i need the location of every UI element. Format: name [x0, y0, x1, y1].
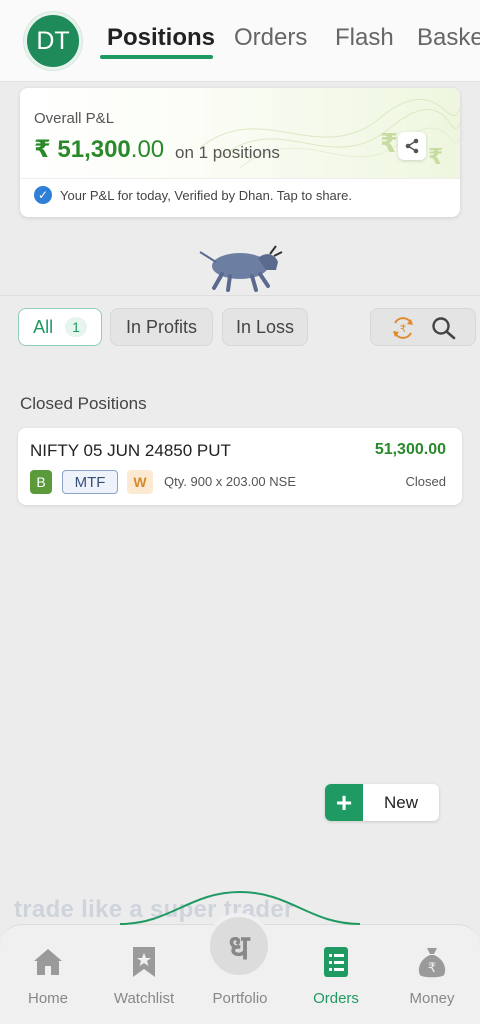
- product-badge: MTF: [62, 470, 118, 494]
- position-pnl: 51,300.00: [374, 441, 446, 458]
- weekly-badge: W: [127, 470, 153, 494]
- nav-portfolio[interactable]: Portfolio: [192, 944, 288, 1007]
- share-icon: [405, 138, 419, 154]
- nav-portfolio-label: Portfolio: [212, 990, 268, 1007]
- verify-row[interactable]: ✓ Your P&L for today, Verified by Dhan. …: [34, 186, 352, 204]
- pnl-value: ₹ 51,300.00: [34, 135, 164, 164]
- pnl-value-decimal: .00: [130, 136, 165, 163]
- new-button-label: New: [384, 793, 419, 812]
- position-name: NIFTY 05 JUN 24850 PUT: [30, 441, 231, 460]
- orders-icon: [324, 947, 348, 977]
- rupee-decoration-icon: ₹: [428, 144, 444, 169]
- convert-rupee-icon[interactable]: ₹: [389, 315, 417, 341]
- divider: [0, 295, 480, 296]
- divider: [20, 178, 460, 179]
- nav-home[interactable]: Home: [0, 944, 96, 1007]
- position-row[interactable]: NIFTY 05 JUN 24850 PUT 51,300.00 B MTF W…: [18, 428, 462, 505]
- nav-orders[interactable]: Orders: [288, 944, 384, 1007]
- active-tab-indicator: [100, 55, 213, 59]
- position-qty: Qty. 900 x 203.00 NSE: [164, 474, 296, 489]
- nav-home-label: Home: [27, 990, 68, 1007]
- svg-text:₹: ₹: [428, 961, 436, 976]
- filter-in-loss[interactable]: In Loss: [222, 308, 308, 346]
- home-icon: [34, 949, 62, 975]
- closed-positions-title: Closed Positions: [20, 394, 147, 413]
- filter-all-label: All: [33, 316, 54, 337]
- tab-positions[interactable]: Positions: [107, 24, 215, 52]
- pnl-card-top: ₹ ₹ Overall P&L ₹ 51,300.00 on 1 positio…: [20, 88, 460, 178]
- overall-pnl-card[interactable]: ₹ ₹ Overall P&L ₹ 51,300.00 on 1 positio…: [20, 88, 460, 217]
- profile-avatar[interactable]: DT: [24, 12, 82, 70]
- nav-orders-label: Orders: [313, 990, 359, 1007]
- top-header: DT Positions Orders Flash Basket: [0, 0, 480, 82]
- filter-all[interactable]: All 1: [18, 308, 102, 346]
- search-icon[interactable]: [431, 316, 457, 340]
- nav-money-label: Money: [409, 990, 455, 1007]
- share-button[interactable]: [398, 132, 426, 160]
- filter-all-count: 1: [65, 317, 87, 337]
- nav-money[interactable]: ₹ Money: [384, 944, 480, 1007]
- tab-flash[interactable]: Flash: [335, 24, 394, 52]
- tab-basket[interactable]: Basket: [417, 24, 480, 52]
- nav-watchlist-label: Watchlist: [113, 990, 175, 1007]
- buy-badge: B: [30, 470, 52, 494]
- new-order-button[interactable]: + New: [325, 784, 439, 821]
- nav-watchlist[interactable]: Watchlist: [96, 944, 192, 1007]
- position-status: Closed: [405, 474, 446, 489]
- tab-orders[interactable]: Orders: [234, 24, 307, 52]
- check-icon: ✓: [34, 186, 52, 204]
- bookmark-icon: [133, 947, 155, 977]
- svg-text:₹: ₹: [400, 324, 406, 335]
- plus-icon: +: [325, 784, 363, 821]
- pnl-value-main: ₹ 51,300: [34, 136, 131, 163]
- rupee-decoration-icon: ₹: [380, 128, 399, 158]
- bull-illustration-icon: [199, 245, 283, 292]
- verify-text: Your P&L for today, Verified by Dhan. Ta…: [60, 187, 352, 203]
- money-bag-icon: ₹: [418, 948, 446, 978]
- tools-group: ₹: [370, 308, 476, 346]
- pnl-label: Overall P&L: [34, 110, 115, 127]
- filter-in-profits[interactable]: In Profits: [110, 308, 213, 346]
- pnl-positions-count: on 1 positions: [175, 143, 280, 162]
